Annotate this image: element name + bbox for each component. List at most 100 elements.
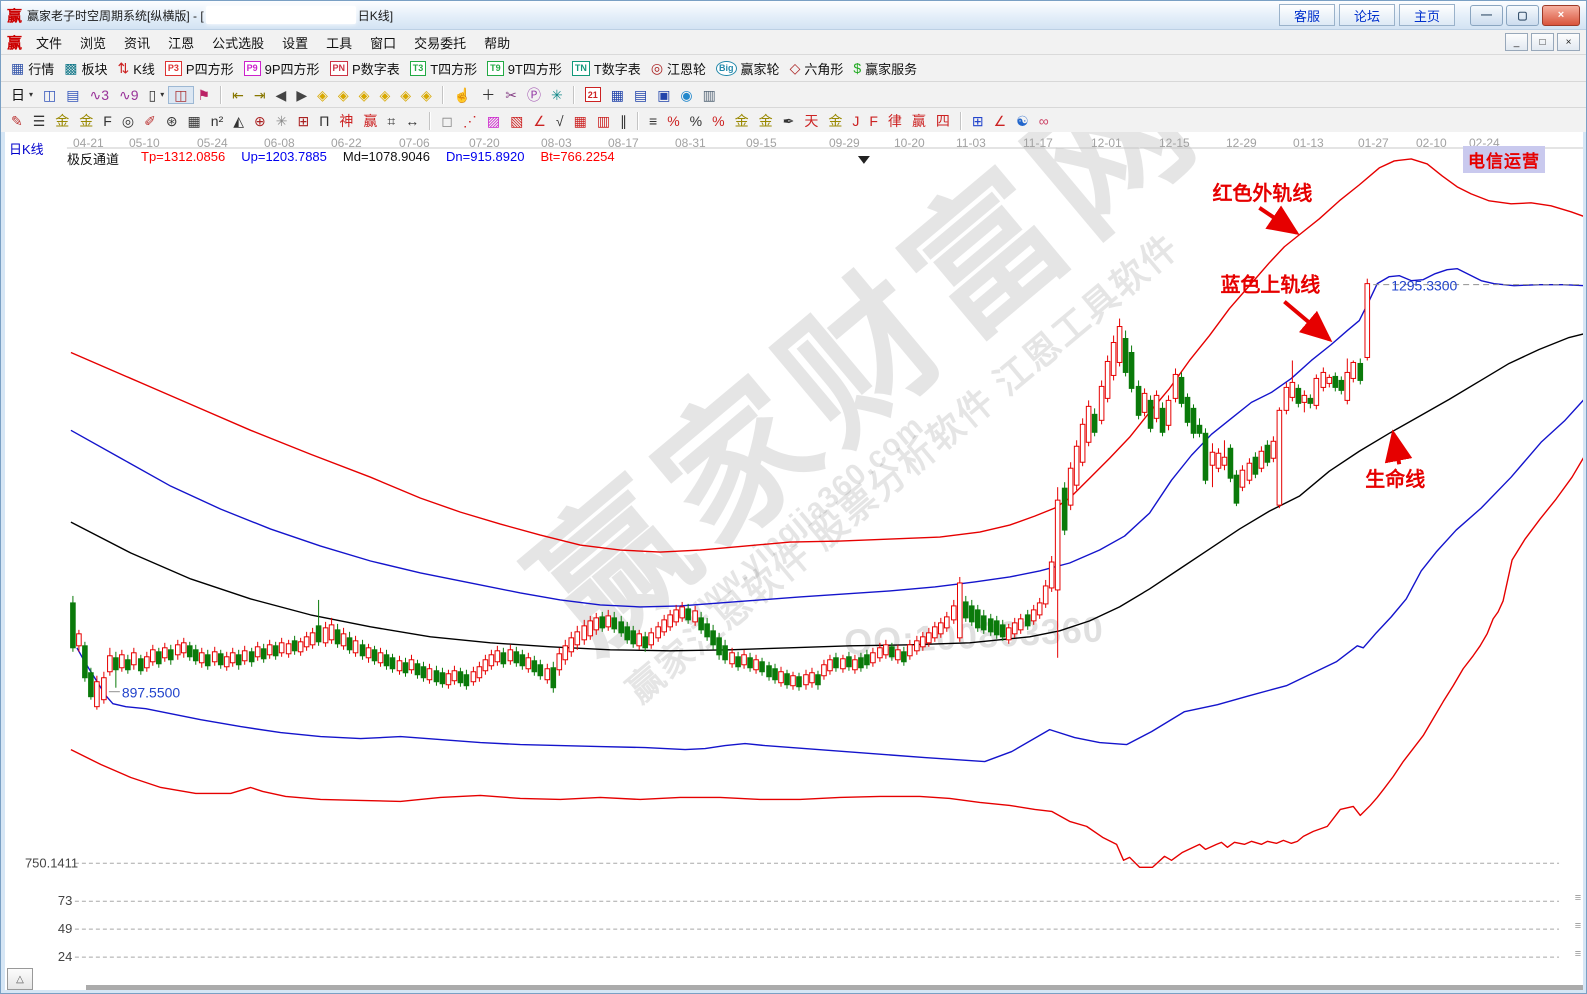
circle-cross-tool[interactable]: ⊕: [249, 113, 271, 129]
gann-diamond-2-button[interactable]: ◈: [333, 87, 354, 103]
width-measure-tool[interactable]: ↔: [400, 113, 424, 129]
gann-diamond-5-button[interactable]: ◈: [395, 87, 416, 103]
prism-tool[interactable]: ◭: [228, 113, 249, 129]
winner-wheel-button[interactable]: Big赢家轮: [711, 58, 785, 79]
sectors-button[interactable]: ▩板块: [59, 58, 112, 79]
n-square-tool[interactable]: n²: [206, 113, 228, 129]
wave9-button[interactable]: ∿9: [114, 87, 144, 103]
nav-next-button[interactable]: ▶: [291, 87, 312, 103]
nav-last-button[interactable]: ⇥: [249, 87, 271, 103]
menu-item-8[interactable]: 窗口: [361, 31, 405, 54]
home-button[interactable]: 主页: [1399, 4, 1455, 26]
fib-f-tool[interactable]: F: [98, 113, 117, 129]
god-line-tool[interactable]: 神: [334, 113, 358, 129]
frame-tool[interactable]: ◻: [436, 113, 458, 129]
grid-red-tool[interactable]: ▦: [569, 113, 592, 129]
t9-square-button[interactable]: T99T四方形: [482, 58, 567, 79]
gold-line-tool[interactable]: 金: [754, 113, 778, 129]
slashes-tool[interactable]: ∥: [615, 113, 632, 129]
channel-toggle-button[interactable]: ◫: [169, 87, 192, 103]
calendar-button[interactable]: 21: [580, 86, 606, 103]
check-wave-tool[interactable]: √: [551, 113, 569, 129]
period-daily-dropdown[interactable]: 日▾: [6, 87, 38, 103]
minimize-button[interactable]: —: [1470, 5, 1503, 26]
net-tools-button[interactable]: ◉: [675, 87, 697, 103]
quotes-button[interactable]: ▦行情: [6, 58, 59, 79]
menu-item-5[interactable]: 公式选股: [203, 31, 273, 54]
nav-first-button[interactable]: ⇤: [227, 87, 249, 103]
mini-chart-tool[interactable]: ∠: [989, 113, 1012, 129]
kline-button[interactable]: ⇅K线: [113, 58, 160, 79]
nav-prev-button[interactable]: ◀: [271, 87, 292, 103]
pulse-tool[interactable]: Π: [314, 113, 334, 129]
gann-diamond-6-button[interactable]: ◈: [416, 87, 437, 103]
info-pane-button[interactable]: ▤: [61, 87, 84, 103]
yinyang-tool[interactable]: ☯: [1011, 113, 1034, 129]
brush-tool[interactable]: ✎: [6, 113, 28, 129]
menu-item-2[interactable]: 浏览: [71, 31, 115, 54]
candle-style-dropdown[interactable]: ▯▾: [144, 87, 170, 103]
p-number-button[interactable]: PNP数字表: [325, 58, 405, 79]
win-line-tool[interactable]: 赢: [358, 113, 382, 129]
gold-angle-tool[interactable]: 金: [823, 113, 847, 129]
f-line-tool[interactable]: F: [864, 113, 883, 129]
brush2-tool[interactable]: ✐: [139, 113, 161, 129]
hexagon-button[interactable]: ◇六角形: [785, 58, 849, 79]
p9-square-button[interactable]: P99P四方形: [239, 58, 325, 79]
crosshair-tool-button[interactable]: ＋: [476, 87, 500, 103]
four-angle-tool[interactable]: 四: [931, 113, 955, 129]
percent-tool[interactable]: %: [685, 113, 707, 129]
gold-grid-tool[interactable]: 金: [50, 113, 74, 129]
gold-grid2-tool[interactable]: 金: [74, 113, 98, 129]
forum-button[interactable]: 论坛: [1339, 4, 1395, 26]
spider-web-tool[interactable]: ⊞: [292, 113, 314, 129]
hand-tool-button[interactable]: ☝: [449, 87, 476, 103]
star-web-tool[interactable]: ✳: [271, 113, 293, 129]
infinity-tool[interactable]: ∞: [1034, 113, 1054, 129]
mdi-minimize-button[interactable]: _: [1505, 33, 1528, 51]
t-number-button[interactable]: TNT数字表: [567, 58, 646, 79]
menu-item-10[interactable]: 帮助: [475, 31, 519, 54]
menu-item-6[interactable]: 设置: [273, 31, 317, 54]
percent-line-tool[interactable]: %: [707, 113, 729, 129]
p-gann-tool-button[interactable]: Ⓟ: [522, 87, 546, 103]
gann-diamond-1-button[interactable]: ◈: [312, 87, 333, 103]
menu-item-7[interactable]: 工具: [317, 31, 361, 54]
price-scale-tool[interactable]: ≡: [644, 113, 662, 129]
percent-slash-tool[interactable]: %: [662, 113, 684, 129]
menu-item-9[interactable]: 交易委托: [405, 31, 475, 54]
menu-item-3[interactable]: 资讯: [115, 31, 159, 54]
grid-red2-tool[interactable]: ▥: [592, 113, 615, 129]
save-image-button[interactable]: ▣: [652, 87, 675, 103]
tian-wave-tool[interactable]: 天: [799, 113, 823, 129]
flag-chart-button[interactable]: ⚑: [193, 87, 216, 103]
box-red-tool[interactable]: ▧: [505, 113, 528, 129]
expand-panel-button[interactable]: △: [7, 968, 33, 990]
mdi-restore-button[interactable]: □: [1531, 33, 1554, 51]
angle-up-tool[interactable]: ∠: [528, 113, 551, 129]
chart-pane-button[interactable]: ◫: [38, 87, 61, 103]
diary-button[interactable]: ▤: [629, 87, 652, 103]
hline-set-tool[interactable]: ☰: [28, 113, 51, 129]
fan-red-tool[interactable]: ⋰: [458, 113, 482, 129]
wave3-button[interactable]: ∿3: [84, 87, 114, 103]
j-line-tool[interactable]: J: [847, 113, 864, 129]
grid-yellow-tool[interactable]: ⊞: [967, 113, 989, 129]
win-angle-tool[interactable]: 赢: [907, 113, 931, 129]
menu-item-4[interactable]: 江恩: [159, 31, 203, 54]
ruler125-tool[interactable]: ⌗: [382, 113, 400, 129]
gann-diamond-4-button[interactable]: ◈: [374, 87, 395, 103]
calculator-button[interactable]: ▦: [606, 87, 629, 103]
t-gann-tool-button[interactable]: ✳: [546, 87, 568, 103]
wheel-small-tool[interactable]: ⊛: [161, 113, 183, 129]
mdi-close-button[interactable]: ×: [1557, 33, 1580, 51]
system-tools-button[interactable]: ▥: [698, 87, 721, 103]
service-button[interactable]: 客服: [1279, 4, 1335, 26]
menu-item-1[interactable]: 文件: [27, 31, 71, 54]
close-button[interactable]: ×: [1542, 5, 1580, 26]
dense-grid-tool[interactable]: ▦: [183, 113, 206, 129]
spiral-tool[interactable]: ◎: [117, 113, 139, 129]
gann-wheel-button[interactable]: ◎江恩轮: [646, 58, 711, 79]
box-magenta-tool[interactable]: ▨: [482, 113, 505, 129]
gold-circle-tool[interactable]: 金: [730, 113, 754, 129]
